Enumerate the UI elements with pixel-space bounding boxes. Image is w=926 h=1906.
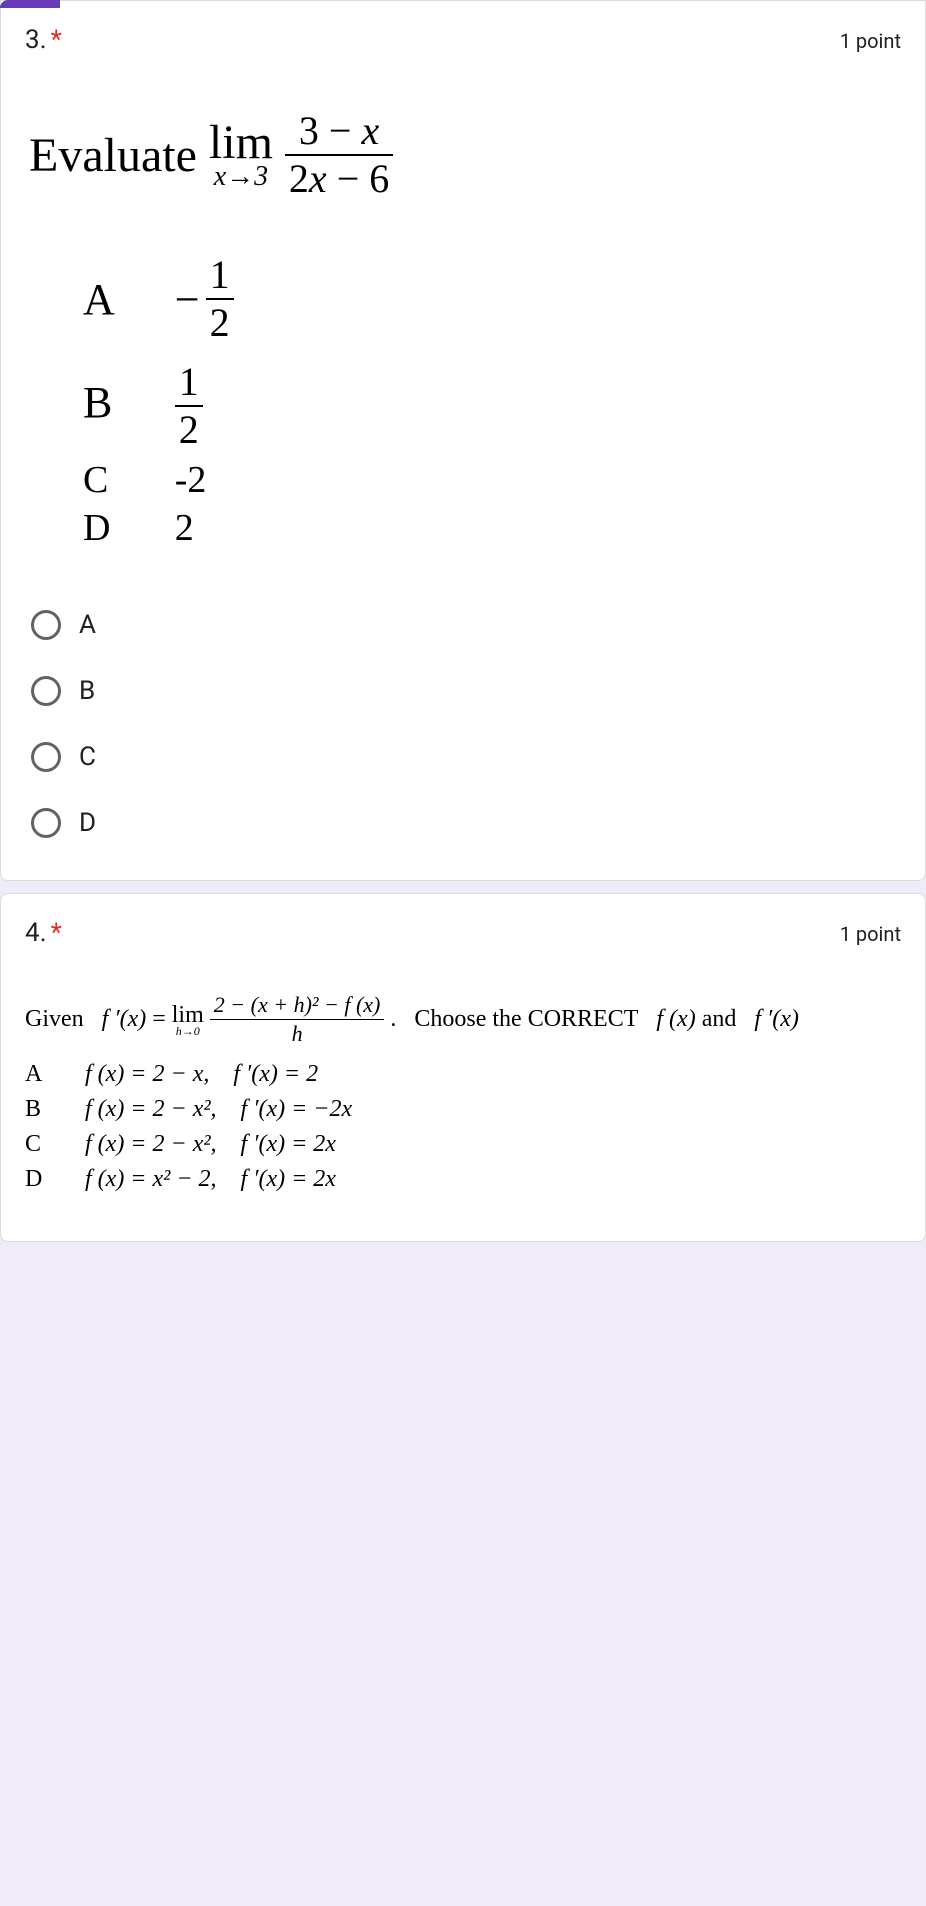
accent-bar: [0, 0, 60, 8]
answer-table: A f (x) = 2 − x, f ′(x) = 2 B f (x) = 2 …: [25, 1057, 372, 1197]
question-header: 4. * 1 point: [25, 918, 901, 948]
answer-value-B: 1 2: [175, 362, 203, 450]
answer-letter-A: A: [25, 1057, 85, 1092]
radio-icon: [31, 742, 61, 772]
limit-block: lim h→0: [172, 1003, 204, 1037]
question-stem: Given f ′(x) = lim h→0 2 − (x + h)² − f …: [25, 994, 901, 1045]
stem-fraction: 3 − x 2x − 6: [285, 111, 393, 199]
limit-word: lim: [209, 119, 273, 167]
answer-fx-A: f (x) = 2 − x,: [85, 1061, 209, 1087]
radio-icon: [31, 808, 61, 838]
answer-value-D: 2: [145, 504, 264, 552]
radio-icon: [31, 676, 61, 706]
option-A[interactable]: A: [25, 592, 901, 658]
answer-table: A − 1 2 B: [53, 249, 264, 552]
answer-fpx-C: f ′(x) = 2x: [241, 1131, 336, 1157]
question-number: 4.: [25, 918, 47, 948]
option-label: C: [79, 742, 96, 772]
stem-fraction: 2 − (x + h)² − f (x) h: [210, 994, 385, 1045]
question-card-3: 3. * 1 point Evaluate lim x→3 3 − x: [0, 0, 926, 881]
answer-fx-D: f (x) = x² − 2,: [85, 1166, 217, 1192]
limit-block: lim x→3: [209, 119, 273, 191]
required-asterisk: *: [51, 918, 62, 948]
option-label: A: [79, 610, 96, 640]
points-label: 1 point: [840, 29, 901, 53]
option-B[interactable]: B: [25, 658, 901, 724]
question-card-4: 4. * 1 point Given f ′(x) = lim h→0 2 − …: [0, 893, 926, 1242]
option-C[interactable]: C: [25, 724, 901, 790]
answer-fx-B: f (x) = 2 − x²,: [85, 1096, 217, 1122]
answer-letter-B: B: [53, 349, 145, 456]
answer-letter-C: C: [25, 1127, 85, 1162]
options-group: A B C D: [25, 592, 901, 856]
answer-value-A: − 1 2: [175, 255, 234, 343]
answer-value-C: -2: [145, 456, 264, 504]
question-body: Evaluate lim x→3 3 − x 2x − 6: [25, 73, 901, 572]
question-number: 3.: [25, 25, 47, 55]
limit-subscript: x→3: [214, 163, 268, 191]
stem-lead: Evaluate: [29, 128, 197, 183]
points-label: 1 point: [840, 922, 901, 946]
answer-letter-D: D: [25, 1162, 85, 1197]
answer-letter-D: D: [53, 504, 145, 552]
answer-letter-B: B: [25, 1092, 85, 1127]
question-body: Given f ′(x) = lim h→0 2 − (x + h)² − f …: [25, 966, 901, 1217]
answer-fx-C: f (x) = 2 − x²,: [85, 1131, 217, 1157]
question-stem: Evaluate lim x→3 3 − x 2x − 6: [29, 111, 901, 199]
answer-fpx-B: f ′(x) = −2x: [241, 1096, 353, 1122]
option-D[interactable]: D: [25, 790, 901, 856]
option-label: B: [79, 676, 95, 706]
question-header: 3. * 1 point: [25, 25, 901, 55]
answer-letter-C: C: [53, 456, 145, 504]
radio-icon: [31, 610, 61, 640]
required-asterisk: *: [51, 25, 62, 55]
answer-letter-A: A: [53, 249, 145, 349]
option-label: D: [79, 808, 96, 838]
answer-fpx-D: f ′(x) = 2x: [241, 1166, 336, 1192]
answer-fpx-A: f ′(x) = 2: [233, 1061, 318, 1087]
